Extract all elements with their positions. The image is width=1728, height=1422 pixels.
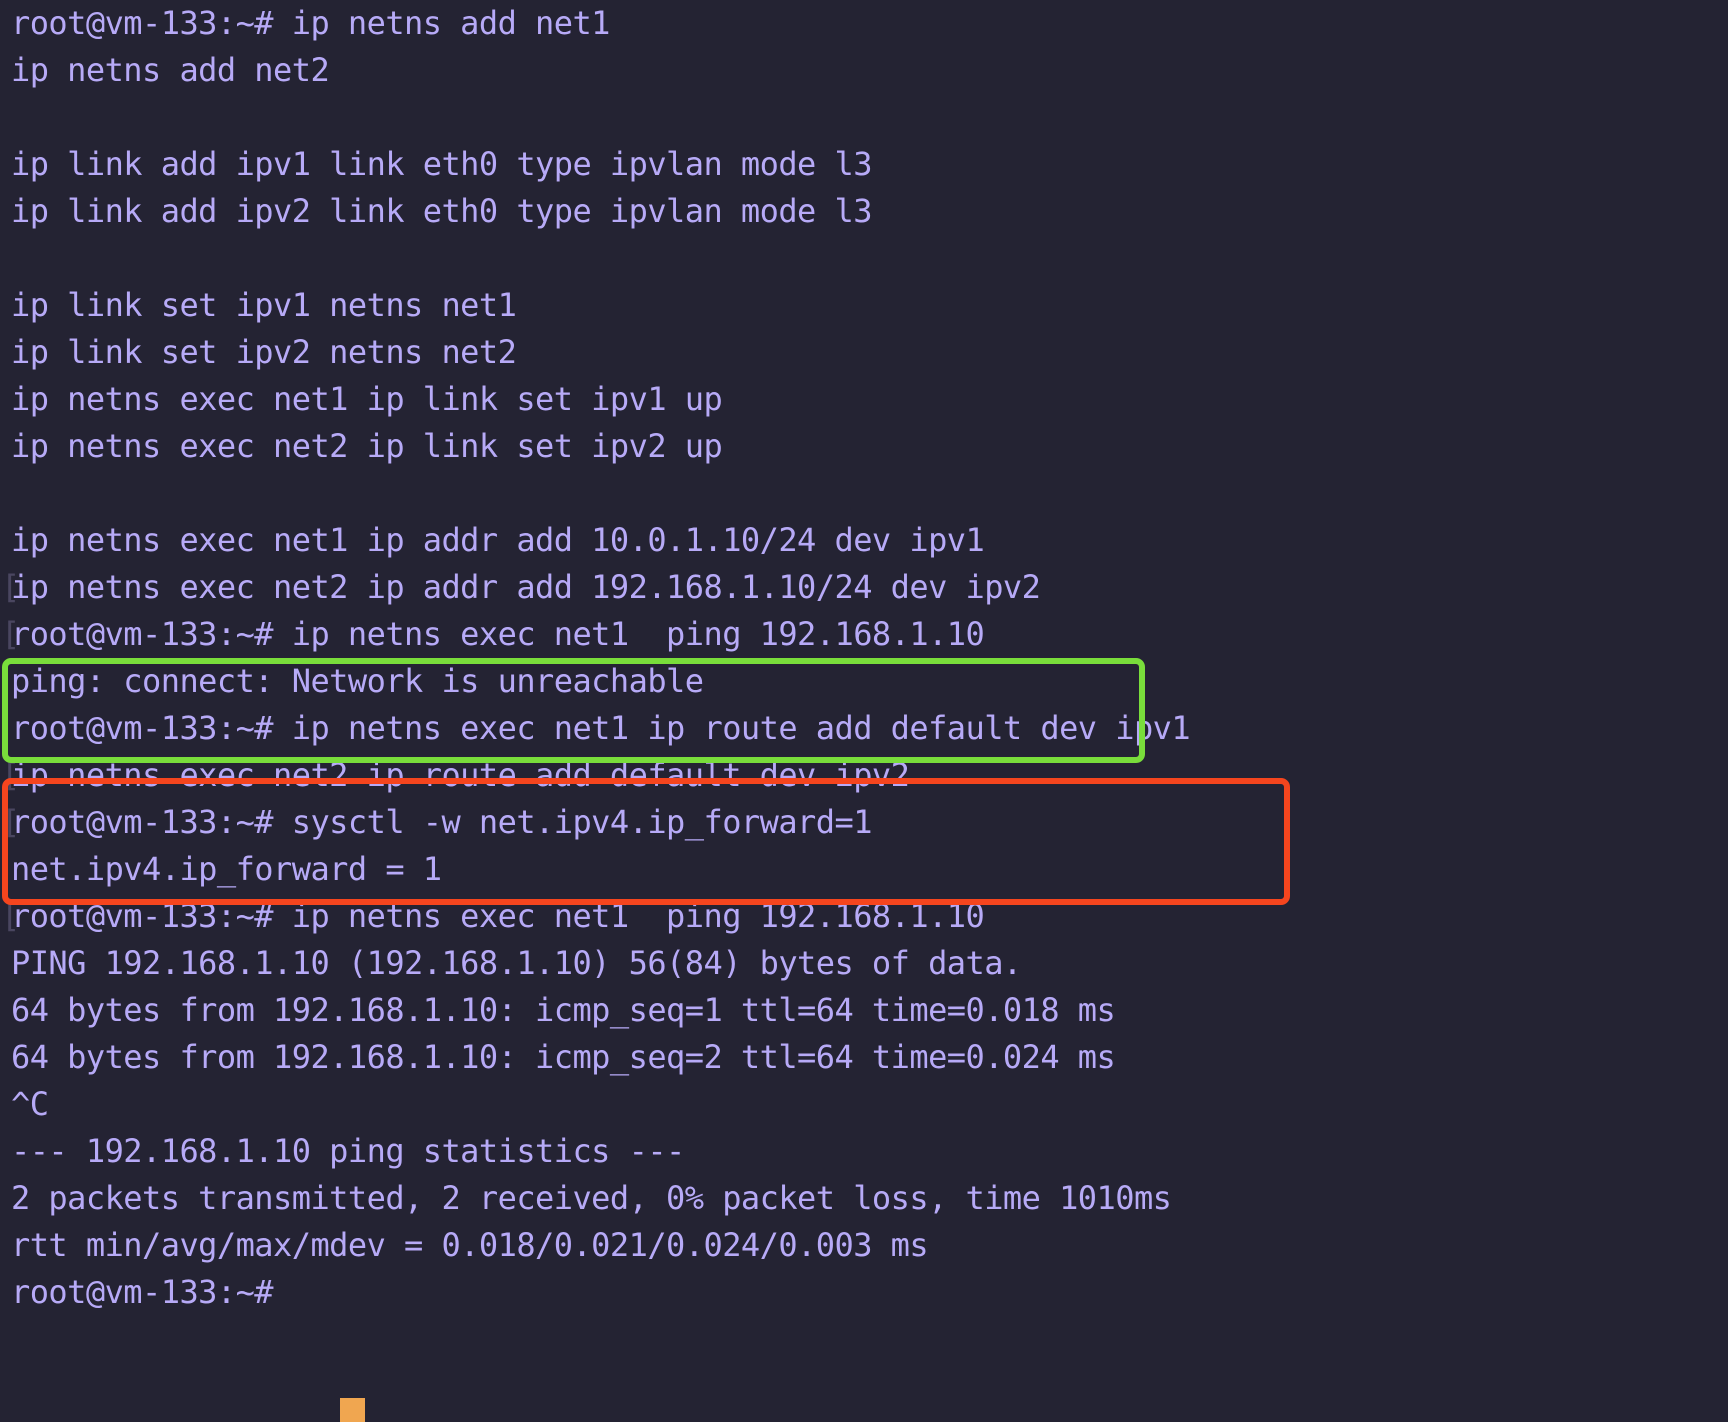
terminal-line: [root@vm-133:~# ip netns exec net1 ping … (1, 611, 1190, 658)
terminal-line-text: ip netns exec net1 ip addr add 10.0.1.10… (11, 521, 985, 559)
terminal-line: rtt min/avg/max/mdev = 0.018/0.021/0.024… (11, 1222, 1190, 1269)
terminal-line-text: 64 bytes from 192.168.1.10: icmp_seq=2 t… (11, 1038, 1116, 1076)
terminal-line: ping: connect: Network is unreachable (11, 658, 1190, 705)
terminal-line: root@vm-133:~# ip netns exec net1 ip rou… (11, 705, 1191, 752)
terminal-window[interactable]: root@vm-133:~# ip netns add net1 ip netns… (0, 0, 1728, 1422)
terminal-line: net.ipv4.ip_forward = 1 (11, 846, 1190, 893)
terminal-line: ip link set ipv1 netns net1 (11, 282, 1190, 329)
terminal-line-text: ip link add ipv1 link eth0 type ipvlan m… (11, 145, 872, 183)
terminal-line-text: ^C (11, 1085, 49, 1123)
terminal-line-text: root@vm-133:~# sysctl -w net.ipv4.ip_for… (11, 803, 872, 841)
terminal-line-text: ip netns exec net2 ip addr add 192.168.1… (11, 568, 1041, 606)
terminal-cursor (340, 1398, 365, 1422)
terminal-line: ^C (11, 1081, 1190, 1128)
terminal-line: [ip netns exec net2 ip route add default… (1, 752, 1190, 799)
terminal-line-text (11, 470, 1190, 517)
terminal-line: root@vm-133:~# (11, 1269, 1190, 1316)
terminal-line-text: --- 192.168.1.10 ping statistics --- (11, 1132, 685, 1170)
terminal-line: ip link set ipv2 netns net2 (11, 329, 1190, 376)
terminal-line-text: ip netns exec net2 ip link set ipv2 up (11, 427, 723, 465)
terminal-line-text (11, 94, 1190, 141)
wrap-bracket-icon: [ (1, 756, 20, 794)
terminal-output: root@vm-133:~# ip netns add net1 ip netns… (1, 0, 1191, 1316)
wrap-bracket-icon: [ (1, 897, 20, 935)
terminal-line: ip netns exec net1 ip addr add 10.0.1.10… (11, 517, 1190, 564)
terminal-line: 64 bytes from 192.168.1.10: icmp_seq=2 t… (11, 1034, 1190, 1081)
wrap-bracket-icon: [ (1, 568, 20, 606)
terminal-line-text: root@vm-133:~# ip netns exec net1 ip rou… (11, 709, 1191, 747)
terminal-line-text: root@vm-133:~# ip netns exec net1 ping 1… (11, 615, 985, 653)
terminal-line-text: ip netns add net2 (11, 51, 330, 89)
terminal-line: root@vm-133:~# ip netns add net1 (11, 0, 1190, 47)
terminal-line: [ip netns exec net2 ip addr add 192.168.… (1, 564, 1190, 611)
terminal-line: ip netns exec net1 ip link set ipv1 up (11, 376, 1190, 423)
terminal-line: ip netns add net2 (11, 47, 1190, 94)
terminal-line-text: root@vm-133:~# (11, 1273, 274, 1311)
terminal-line (11, 235, 1190, 282)
terminal-line (11, 470, 1190, 517)
terminal-line-text: ip link add ipv2 link eth0 type ipvlan m… (11, 192, 872, 230)
terminal-line: 64 bytes from 192.168.1.10: icmp_seq=1 t… (11, 987, 1190, 1034)
terminal-line-text: net.ipv4.ip_forward = 1 (11, 850, 442, 888)
terminal-line: --- 192.168.1.10 ping statistics --- (11, 1128, 1190, 1175)
terminal-line: ip link add ipv1 link eth0 type ipvlan m… (11, 141, 1190, 188)
terminal-line-text: root@vm-133:~# ip netns exec net1 ping 1… (11, 897, 985, 935)
terminal-line (11, 94, 1190, 141)
terminal-line: 2 packets transmitted, 2 received, 0% pa… (11, 1175, 1190, 1222)
terminal-line: ip netns exec net2 ip link set ipv2 up (11, 423, 1190, 470)
terminal-line: [root@vm-133:~# ip netns exec net1 ping … (1, 893, 1190, 940)
terminal-line-text: ip netns exec net1 ip link set ipv1 up (11, 380, 723, 418)
terminal-line-text: ip netns exec net2 ip route add default … (11, 756, 910, 794)
terminal-line-text: root@vm-133:~# ip netns add net1 (11, 4, 610, 42)
terminal-line: ip link add ipv2 link eth0 type ipvlan m… (11, 188, 1190, 235)
terminal-line-text: 64 bytes from 192.168.1.10: icmp_seq=1 t… (11, 991, 1116, 1029)
terminal-line-text: rtt min/avg/max/mdev = 0.018/0.021/0.024… (11, 1226, 929, 1264)
terminal-line-text: ip link set ipv1 netns net1 (11, 286, 517, 324)
terminal-line-text (11, 235, 1190, 282)
terminal-line-text: PING 192.168.1.10 (192.168.1.10) 56(84) … (11, 944, 1022, 982)
terminal-line-text: 2 packets transmitted, 2 received, 0% pa… (11, 1179, 1172, 1217)
wrap-bracket-icon: [ (1, 803, 20, 841)
wrap-bracket-icon: [ (1, 615, 20, 653)
terminal-line: PING 192.168.1.10 (192.168.1.10) 56(84) … (11, 940, 1190, 987)
terminal-line-text: ping: connect: Network is unreachable (11, 662, 704, 700)
terminal-line: [root@vm-133:~# sysctl -w net.ipv4.ip_fo… (1, 799, 1190, 846)
terminal-line-text: ip link set ipv2 netns net2 (11, 333, 517, 371)
